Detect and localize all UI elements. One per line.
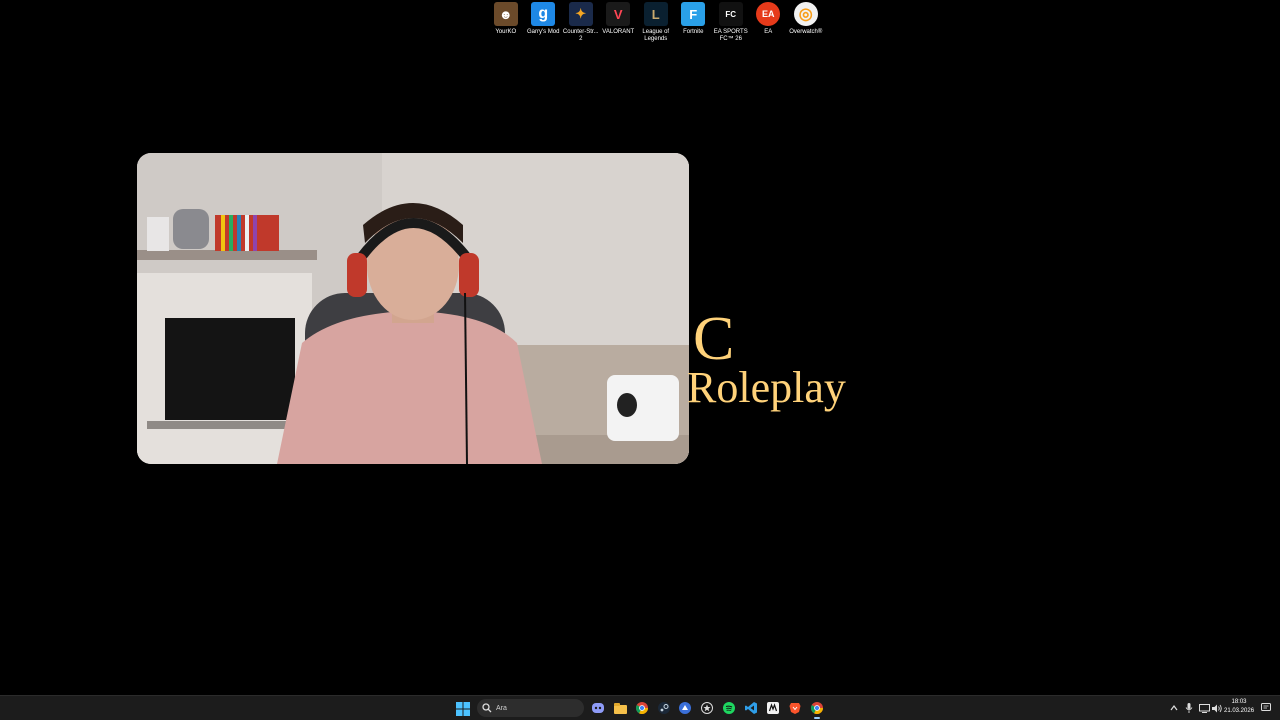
television [165,318,295,420]
search-box[interactable]: Ara [477,699,584,717]
desktop-icon-eafc[interactable]: FC EA SPORTS FC™ 26 [712,2,750,43]
chrome-profile-icon [811,702,823,714]
cs2-icon: ✦ [568,2,593,26]
desktop-icon-garrys-mod[interactable]: g Garry's Mod [525,2,563,43]
taskbar-chrome-profile[interactable] [809,700,825,719]
taskbar-brave[interactable] [787,700,803,716]
vscode-icon [745,702,757,714]
network-icon[interactable] [1198,702,1210,714]
overlay-letter: C [693,305,735,373]
rockstar-icon [701,702,713,714]
brave-icon [789,703,801,714]
ea-icon: EA [756,2,781,26]
fortnite-icon: F [681,2,706,26]
desktop-icon-label: Counter-Str... 2 [562,29,599,42]
taskbar-discord[interactable] [590,700,606,716]
desktop-icon-label: Garry's Mod [527,29,560,35]
start-button[interactable] [456,701,470,716]
taskbar-chrome[interactable] [634,700,650,716]
desktop-icon-yourko[interactable]: ☻ YourKO [487,2,525,43]
search-icon [482,703,492,713]
desktop-icon-league[interactable]: L League of Legends [637,2,675,43]
spotify-icon [723,702,735,714]
desktop-icon-label: Fortnite [683,29,704,35]
person-hoodie [277,311,542,464]
desktop-icon-overwatch[interactable]: ◎ Overwatch® [787,2,825,43]
valorant-icon: V [606,2,631,26]
yourko-icon: ☻ [493,2,518,26]
show-hidden-icons-chevron-icon[interactable] [1168,702,1180,714]
steam-icon [658,702,670,714]
desktop-icon-valorant[interactable]: V VALORANT [600,2,638,43]
taskbar-rockstar[interactable] [699,700,715,716]
desktop-icon-label: EA [764,29,773,35]
taskbar-vscode[interactable] [743,700,759,716]
chevron-up-icon [1170,705,1178,711]
desktop-icon-ea[interactable]: EA EA [750,2,788,43]
desktop-icon-label: VALORANT [602,29,635,35]
gmod-icon: g [531,2,556,26]
search-placeholder: Ara [496,704,507,712]
desktop-icon-counter-strike[interactable]: ✦ Counter-Str... 2 [562,2,600,43]
overlay-roleplay-text: Roleplay [687,363,846,412]
windows-logo-icon [456,702,470,716]
taskbar-riot-client[interactable] [677,700,693,716]
file-explorer-icon [613,702,627,714]
taskbar: Ara 18:03 21.03.2026 [0,695,1280,720]
clock-time: 18:03 [1231,699,1247,705]
taskbar-file-explorer[interactable] [612,700,628,716]
desktop-icon-label: Overwatch® [789,29,823,35]
desktop-icon-row: ☻ YourKO g Garry's Mod ✦ Counter-Str... … [487,2,825,43]
webcam-feed [137,153,689,464]
discord-icon [592,703,604,713]
chrome-icon [636,702,648,714]
eafc-icon: FC [718,2,743,26]
overwatch-icon: ◎ [793,2,818,26]
wall-shelf [137,250,317,260]
league-icon: L [643,2,668,26]
desktop-icon-label: League of Legends [642,29,670,42]
desktop-icon-label: EA SPORTS FC™ 26 [713,29,748,42]
riot-client-icon [679,702,691,714]
microphone-icon[interactable] [1183,702,1195,714]
volume-icon[interactable] [1211,702,1223,714]
clock-date: 21.03.2026 [1224,708,1255,714]
capcut-icon [767,702,779,714]
taskbar-capcut[interactable] [765,700,781,716]
desktop-icon-fortnite[interactable]: F Fortnite [675,2,713,43]
desktop-icon-label: YourKO [495,29,517,35]
taskbar-spotify[interactable] [721,700,737,716]
webcam-scene [137,153,689,464]
notification-icon[interactable] [1260,702,1272,714]
system-clock[interactable]: 18:03 21.03.2026 [1224,698,1254,716]
taskbar-steam[interactable] [656,700,672,716]
